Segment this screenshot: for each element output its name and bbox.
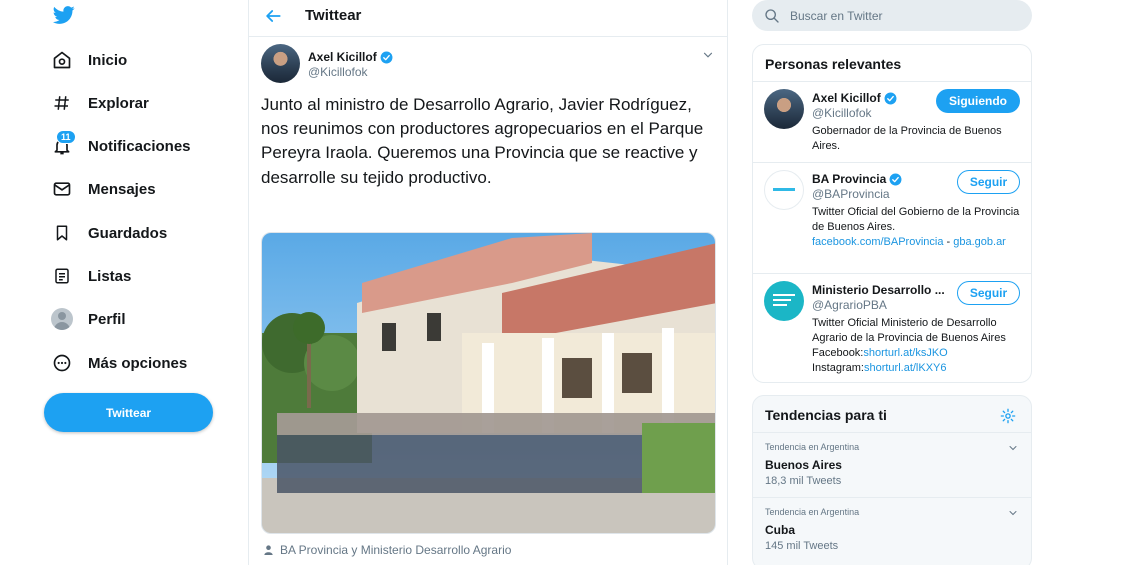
- search-box[interactable]: [752, 0, 1032, 31]
- relevant-people-panel: Personas relevantes Axel Kicillof @Kicil…: [752, 44, 1032, 383]
- nav-item-inicio[interactable]: Inicio: [50, 45, 127, 75]
- bio-separator: -: [943, 236, 951, 248]
- nav-item-label: Guardados: [88, 224, 168, 242]
- bio-link[interactable]: shorturl.at/lKXY6: [864, 362, 947, 374]
- tweet-photo[interactable]: [261, 232, 716, 534]
- chevron-down-icon[interactable]: [1007, 442, 1019, 454]
- trends-panel: Tendencias para ti Tendencia en Argentin…: [752, 395, 1032, 565]
- panel-title: Tendencias para ti: [765, 407, 887, 423]
- nav-item-listas[interactable]: Listas: [50, 261, 131, 291]
- person-handle[interactable]: @Kicillofok: [812, 106, 872, 120]
- back-arrow-icon[interactable]: [263, 6, 283, 26]
- nav-item-mas-opciones[interactable]: Más opciones: [50, 348, 187, 378]
- tweet-text: Junto al ministro de Desarrollo Agrario,…: [261, 95, 704, 187]
- bio-link[interactable]: gba.gob.ar: [953, 236, 1006, 248]
- nav-item-explorar[interactable]: Explorar: [50, 88, 149, 118]
- trend-count: 145 mil Tweets: [765, 540, 839, 552]
- person-card[interactable]: BA Provincia @BAProvincia Seguir Twitter…: [753, 162, 1031, 272]
- nav-item-label: Más opciones: [88, 354, 188, 372]
- nav-item-label: Inicio: [88, 51, 128, 69]
- more-circle-icon: [50, 351, 74, 375]
- person-handle[interactable]: @AgrarioPBA: [812, 298, 887, 312]
- following-button[interactable]: Siguiendo: [936, 89, 1020, 113]
- tweet-author-name[interactable]: Axel Kicillof: [308, 50, 393, 64]
- person-card[interactable]: Ministerio Desarrollo ... @AgrarioPBA Se…: [753, 273, 1031, 382]
- nav-item-label: Explorar: [88, 94, 149, 112]
- person-name-text: Axel Kicillof: [812, 91, 881, 105]
- search-icon: [765, 8, 779, 23]
- twitter-app: Inicio Explorar 11 Notificaciones Mensaj…: [0, 0, 1123, 565]
- nav-item-label: Listas: [88, 267, 132, 285]
- list-icon: [50, 264, 74, 288]
- trend-meta: Tendencia en Argentina: [765, 507, 860, 517]
- trend-meta: Tendencia en Argentina: [765, 442, 860, 452]
- primary-nav: Inicio Explorar 11 Notificaciones Mensaj…: [40, 0, 230, 565]
- trend-count: 18,3 mil Tweets: [765, 475, 842, 487]
- nav-item-perfil[interactable]: Perfil: [50, 304, 126, 334]
- profile-avatar-icon: [50, 307, 74, 331]
- nav-item-label: Notificaciones: [88, 137, 191, 155]
- trend-name: Buenos Aires: [765, 458, 842, 472]
- tweet-author-avatar[interactable]: [261, 44, 300, 83]
- person-bio: Gobernador de la Provincia de Buenos Air…: [812, 125, 1002, 152]
- nav-item-notificaciones[interactable]: 11 Notificaciones: [50, 130, 191, 161]
- panel-title: Personas relevantes: [765, 56, 902, 72]
- column-header: Twittear: [249, 0, 727, 32]
- tweet-author-handle[interactable]: @Kicillofok: [308, 65, 368, 79]
- person-bio: Twitter Oficial del Gobierno de la Provi…: [812, 205, 1022, 250]
- bio-text: Instagram:: [812, 362, 864, 374]
- verified-badge-icon: [380, 51, 393, 63]
- follow-button[interactable]: Seguir: [957, 281, 1020, 305]
- search-input[interactable]: [790, 8, 1010, 23]
- verified-badge-icon: [889, 173, 902, 185]
- trend-item[interactable]: Tendencia en Argentina Cuba 145 mil Twee…: [753, 497, 1031, 563]
- tagged-text: BA Provincia y Ministerio Desarrollo Agr…: [280, 543, 512, 557]
- nav-item-label: Mensajes: [88, 180, 156, 198]
- person-bio: Twitter Oficial Ministerio de Desarrollo…: [812, 316, 1022, 376]
- person-name[interactable]: Axel Kicillof: [812, 91, 897, 105]
- bio-text: Twitter Oficial del Gobierno de la Provi…: [812, 206, 1020, 233]
- bio-link[interactable]: shorturl.at/ksJKO: [863, 347, 947, 359]
- divider: [249, 36, 727, 37]
- home-icon: [50, 48, 74, 72]
- person-name-text: Ministerio Desarrollo ...: [812, 283, 945, 297]
- nav-item-guardados[interactable]: Guardados: [50, 218, 167, 248]
- trend-item[interactable]: Tendencia en Argentina Buenos Aires 18,3…: [753, 432, 1031, 498]
- person-icon: [264, 545, 273, 556]
- chevron-down-icon[interactable]: [701, 48, 715, 62]
- avatar[interactable]: [764, 281, 804, 321]
- chevron-down-icon[interactable]: [1007, 507, 1019, 519]
- bio-link[interactable]: facebook.com/BAProvincia: [812, 236, 943, 248]
- person-name-text: BA Provincia: [812, 172, 887, 186]
- trend-name: Cuba: [765, 523, 795, 537]
- follow-button[interactable]: Seguir: [957, 170, 1020, 194]
- tweet-button[interactable]: Twittear: [44, 393, 213, 432]
- avatar[interactable]: [764, 170, 804, 210]
- twitter-bird-icon[interactable]: [52, 4, 76, 26]
- notification-badge: 11: [56, 130, 76, 144]
- nav-item-mensajes[interactable]: Mensajes: [50, 174, 156, 204]
- page-title: Twittear: [305, 7, 362, 24]
- gear-icon[interactable]: [1000, 408, 1016, 424]
- person-card[interactable]: Axel Kicillof @Kicillofok Siguiendo Gobe…: [753, 81, 1031, 162]
- bookmark-icon: [50, 221, 74, 245]
- nav-item-label: Perfil: [88, 310, 126, 328]
- person-name[interactable]: BA Provincia: [812, 172, 902, 186]
- person-name[interactable]: Ministerio Desarrollo ...: [812, 283, 945, 297]
- tagged-users[interactable]: BA Provincia y Ministerio Desarrollo Agr…: [263, 543, 511, 557]
- envelope-icon: [50, 177, 74, 201]
- author-name-text: Axel Kicillof: [308, 50, 377, 64]
- avatar[interactable]: [764, 89, 804, 129]
- tweet-detail-column: Twittear Axel Kicillof @Kicillofok Junto…: [248, 0, 728, 565]
- person-handle[interactable]: @BAProvincia: [812, 187, 890, 201]
- hashtag-icon: [50, 91, 74, 115]
- verified-badge-icon: [884, 92, 897, 104]
- bell-icon: 11: [50, 130, 76, 158]
